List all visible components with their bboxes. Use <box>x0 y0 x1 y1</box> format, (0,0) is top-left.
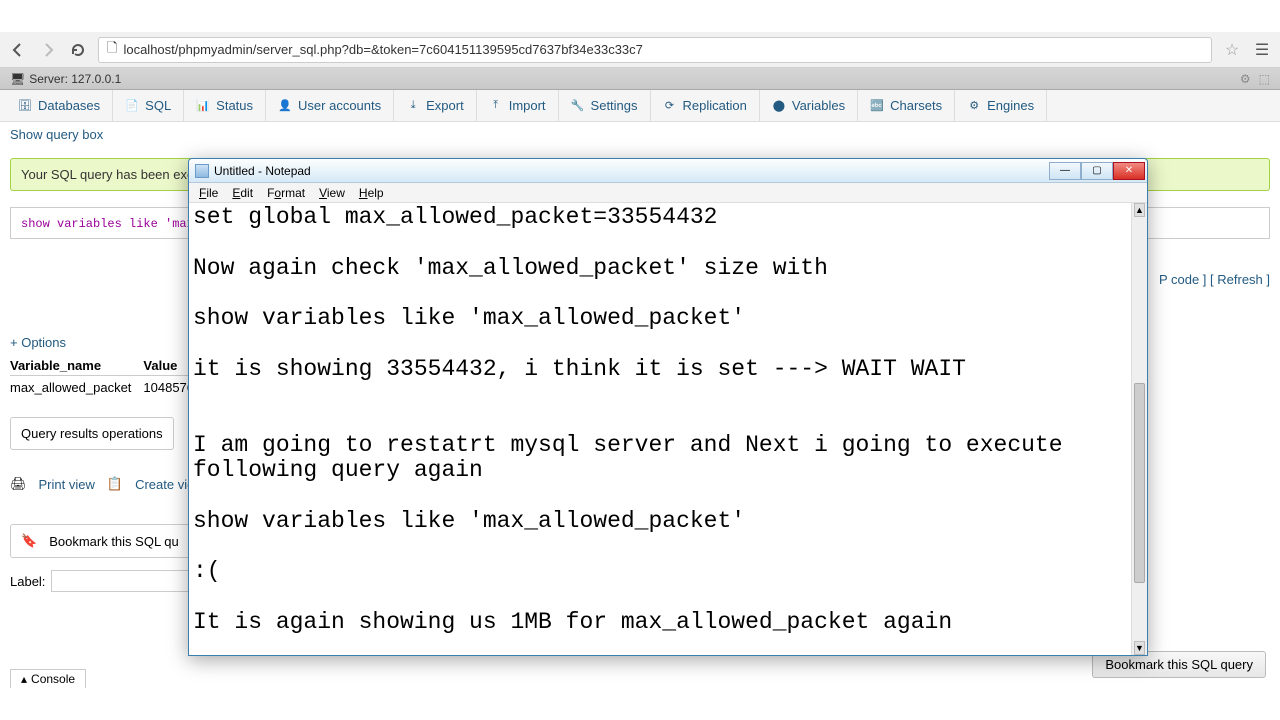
tab-label: Settings <box>591 98 638 113</box>
scroll-down-icon[interactable]: ▼ <box>1134 641 1145 655</box>
tab-label: Replication <box>683 98 747 113</box>
tab-label: Databases <box>38 98 100 113</box>
refresh-link[interactable]: [ Refresh ] <box>1210 272 1270 287</box>
wrench-icon: 🔧 <box>571 99 585 113</box>
server-label: Server: 127.0.0.1 <box>29 72 121 86</box>
notepad-menu: File Edit Format View Help <box>189 183 1147 203</box>
tab-status[interactable]: 📊 Status <box>184 90 266 121</box>
gear-icon[interactable]: ⚙ <box>1240 72 1251 86</box>
close-button[interactable]: ✕ <box>1113 162 1145 180</box>
cell-variable: max_allowed_packet <box>10 376 143 400</box>
status-icon: 📊 <box>196 99 210 113</box>
print-icon: 🖨 <box>10 476 27 492</box>
notepad-text-area[interactable]: set global max_allowed_packet=33554432 N… <box>189 203 1131 655</box>
page-icon: 🗋 <box>107 39 117 61</box>
print-panel: 🖨 Print view 📋 Create vie <box>10 468 204 500</box>
label-text: Label: <box>10 574 45 589</box>
bookmark-star-icon[interactable]: ☆ <box>1222 40 1242 60</box>
query-action-links: P code ] [ Refresh ] <box>1159 272 1270 287</box>
show-query-box-link[interactable]: Show query box <box>10 127 103 142</box>
tab-charsets[interactable]: 🔤 Charsets <box>858 90 955 121</box>
menu-view[interactable]: View <box>313 185 351 201</box>
tab-label: Engines <box>987 98 1034 113</box>
reload-button[interactable] <box>68 40 88 60</box>
col-variable-name: Variable_name <box>10 356 143 376</box>
notepad-window: Untitled - Notepad — ▢ ✕ File Edit Forma… <box>188 158 1148 656</box>
menu-help[interactable]: Help <box>353 185 390 201</box>
forward-button[interactable] <box>38 40 58 60</box>
tab-label: SQL <box>145 98 171 113</box>
tab-label: Import <box>509 98 546 113</box>
server-breadcrumb-bar: 🖥 Server: 127.0.0.1 ⚙ ⬚ <box>0 68 1280 90</box>
bookmark-title: Bookmark this SQL qu <box>49 534 179 549</box>
users-icon: 👤 <box>278 99 292 113</box>
address-bar[interactable]: 🗋 localhost/phpmyadmin/server_sql.php?db… <box>98 37 1212 63</box>
panel-title: Query results operations <box>21 426 163 441</box>
notepad-titlebar[interactable]: Untitled - Notepad — ▢ ✕ <box>189 159 1147 183</box>
menu-format[interactable]: Format <box>261 185 311 201</box>
tab-databases[interactable]: 🗄 Databases <box>6 90 113 121</box>
table-icon: 📋 <box>107 476 123 492</box>
result-table: Variable_name Value max_allowed_packet 1… <box>10 356 206 399</box>
tab-engines[interactable]: ⚙ Engines <box>955 90 1047 121</box>
database-icon: 🗄 <box>18 99 32 113</box>
bookmark-panel: 🔖 Bookmark this SQL qu <box>10 524 190 558</box>
tab-users[interactable]: 👤 User accounts <box>266 90 394 121</box>
tab-label: Export <box>426 98 464 113</box>
browser-toolbar: 🗋 localhost/phpmyadmin/server_sql.php?db… <box>0 32 1280 68</box>
php-code-link[interactable]: P code ] <box>1159 272 1206 287</box>
tab-settings[interactable]: 🔧 Settings <box>559 90 651 121</box>
browser-menu-icon[interactable]: ☰ <box>1252 40 1272 60</box>
tab-sql[interactable]: 📄 SQL <box>113 90 184 121</box>
table-header-row: Variable_name Value <box>10 356 206 376</box>
server-icon: 🖥 <box>10 72 25 86</box>
minimize-button[interactable]: — <box>1049 162 1081 180</box>
bookmark-icon: 🔖 <box>21 533 37 549</box>
success-text: Your SQL query has been execu <box>21 167 208 182</box>
notepad-scrollbar[interactable]: ▲ ▼ <box>1131 203 1147 655</box>
notepad-title-text: Untitled - Notepad <box>214 164 311 178</box>
tab-import[interactable]: ⤒ Import <box>477 90 559 121</box>
notepad-doc-icon <box>195 164 209 178</box>
menu-file[interactable]: File <box>193 185 224 201</box>
tab-replication[interactable]: ⟳ Replication <box>651 90 760 121</box>
menu-edit[interactable]: Edit <box>226 185 259 201</box>
tab-label: Variables <box>792 98 845 113</box>
url-text: localhost/phpmyadmin/server_sql.php?db=&… <box>123 42 642 57</box>
import-icon: ⤒ <box>489 99 503 113</box>
tab-label: Status <box>216 98 253 113</box>
console-label: Console <box>31 672 75 686</box>
print-view-link[interactable]: Print view <box>39 477 95 492</box>
scroll-thumb[interactable] <box>1134 383 1145 583</box>
query-results-operations: Query results operations <box>10 417 174 450</box>
tab-export[interactable]: ⤓ Export <box>394 90 477 121</box>
replication-icon: ⟳ <box>663 99 677 113</box>
tab-label: User accounts <box>298 98 381 113</box>
bookmark-label-input[interactable] <box>51 570 191 592</box>
scroll-up-icon[interactable]: ▲ <box>1134 203 1145 217</box>
collapse-icon[interactable]: ⬚ <box>1259 72 1270 86</box>
table-row: max_allowed_packet 1048576 <box>10 376 206 400</box>
options-toggle[interactable]: + Options <box>10 335 66 350</box>
sql-icon: 📄 <box>125 99 139 113</box>
console-tab[interactable]: ▴ Console <box>10 669 86 688</box>
tab-bar: 🗄 Databases 📄 SQL 📊 Status 👤 User accounts ⤓… <box>0 90 1280 122</box>
tab-variables[interactable]: ⬤ Variables <box>760 90 858 121</box>
engines-icon: ⚙ <box>967 99 981 113</box>
tab-label: Charsets <box>890 98 942 113</box>
create-view-link[interactable]: Create vie <box>135 477 194 492</box>
charsets-icon: 🔤 <box>870 99 884 113</box>
variables-icon: ⬤ <box>772 99 786 113</box>
export-icon: ⤓ <box>406 99 420 113</box>
chevron-up-icon: ▴ <box>21 672 27 686</box>
maximize-button[interactable]: ▢ <box>1081 162 1113 180</box>
back-button[interactable] <box>8 40 28 60</box>
